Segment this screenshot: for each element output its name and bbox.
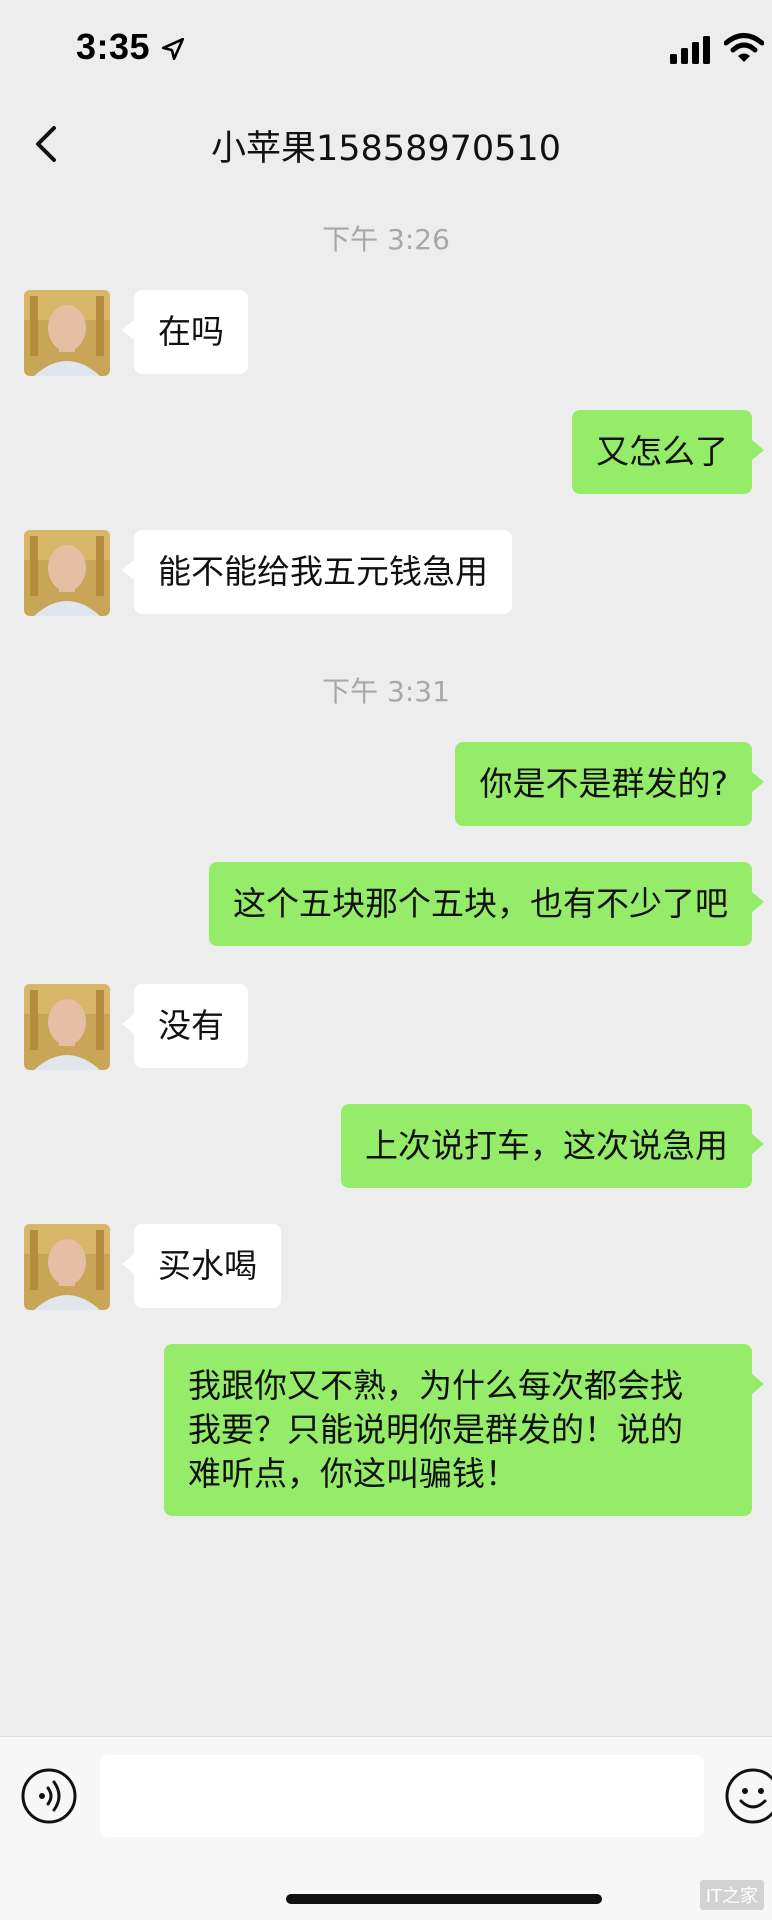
outgoing-message-bubble[interactable]: 你是不是群发的?	[455, 742, 764, 826]
status-bar: 3:35	[0, 0, 772, 100]
outgoing-message-bubble[interactable]: 我跟你又不熟，为什么每次都会找 我要？只能说明你是群发的！说的 难听点，你这叫骗…	[164, 1344, 764, 1516]
avatar-image	[24, 984, 110, 1070]
chat-title: 小苹果15858970510	[211, 129, 561, 169]
avatar-image	[24, 290, 110, 376]
avatar-image	[24, 1224, 110, 1310]
chat-message-list[interactable]: 下午 3:26 在吗 又怎么了 能不能给我五元钱急用 下午 3:31 你是不是群…	[0, 186, 772, 1736]
emoji-icon[interactable]	[724, 1767, 772, 1825]
incoming-message-bubble[interactable]: 在吗	[122, 290, 248, 374]
outgoing-message-bubble[interactable]: 又怎么了	[572, 410, 764, 494]
incoming-message-bubble[interactable]: 能不能给我五元钱急用	[122, 530, 512, 614]
avatar-image	[24, 530, 110, 616]
status-time: 3:35	[76, 26, 151, 67]
outgoing-message-bubble[interactable]: 上次说打车，这次说急用	[341, 1104, 764, 1188]
cellular-signal-icon	[670, 36, 710, 64]
timestamp: 下午 3:26	[322, 223, 450, 256]
contact-avatar[interactable]	[24, 530, 110, 616]
location-arrow-icon	[161, 37, 185, 61]
incoming-message-bubble[interactable]: 买水喝	[122, 1224, 281, 1308]
message-text-field[interactable]	[100, 1755, 704, 1837]
contact-avatar[interactable]	[24, 984, 110, 1070]
timestamp: 下午 3:31	[322, 675, 450, 708]
contact-avatar[interactable]	[24, 290, 110, 376]
voice-input-icon[interactable]	[20, 1767, 78, 1825]
contact-avatar[interactable]	[24, 1224, 110, 1310]
message-input-bar	[0, 1736, 772, 1920]
incoming-message-bubble[interactable]: 没有	[122, 984, 248, 1068]
chat-screen: 3:35 小苹果15858970510 下午 3:26 在吗 又怎么了 能不能给…	[0, 0, 772, 1920]
nav-bar: 小苹果15858970510	[0, 100, 772, 186]
watermark: IT之家	[699, 1880, 764, 1910]
wifi-icon	[724, 33, 764, 62]
home-indicator[interactable]	[286, 1894, 602, 1904]
outgoing-message-bubble[interactable]: 这个五块那个五块，也有不少了吧	[209, 862, 764, 946]
